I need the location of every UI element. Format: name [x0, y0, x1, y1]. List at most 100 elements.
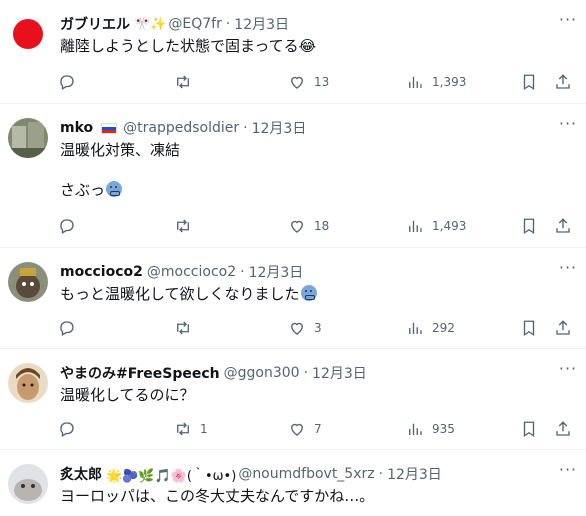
user-handle[interactable]: @noumdfbovt_5xrz — [238, 466, 374, 482]
display-name[interactable]: 炙太郎 — [60, 464, 102, 484]
retweet-icon — [177, 219, 189, 233]
cold-face-emoji-icon — [106, 181, 123, 197]
views-button[interactable]: 1,393 — [406, 73, 466, 91]
like-count: 13 — [314, 75, 330, 89]
tweet-header: moccioco2 @moccioco2 · 12月3日 — [60, 262, 574, 282]
user-handle[interactable]: @EQ7fr — [168, 16, 221, 32]
tweet-text-content: もっと温暖化して欲しくなりました — [60, 285, 300, 303]
separator: · — [378, 466, 384, 482]
retweet-button[interactable] — [174, 319, 200, 337]
analytics-icon — [409, 220, 422, 232]
views-button[interactable]: 292 — [406, 319, 455, 337]
tweet-header: やまのみ#FreeSpeech @ggon300 · 12月3日 — [60, 363, 574, 383]
retweet-button[interactable] — [174, 217, 200, 235]
retweet-icon — [177, 422, 189, 436]
avatar[interactable] — [8, 464, 48, 504]
tweet-date[interactable]: 12月3日 — [234, 14, 289, 34]
name-emoji: 🎌✨ — [134, 16, 167, 32]
tweet-header: ガブリエル 🎌✨ @EQ7fr · 12月3日 — [60, 14, 574, 34]
tweet[interactable]: moccioco2 @moccioco2 · 12月3日 もっと温暖化して欲しく… — [0, 248, 586, 349]
views-button[interactable]: 935 — [406, 420, 455, 438]
user-handle[interactable]: @ggon300 — [224, 365, 300, 381]
share-icon — [556, 421, 570, 436]
analytics-icon — [409, 423, 422, 435]
retweet-icon — [177, 321, 189, 335]
more-options-icon[interactable]: ··· — [556, 462, 580, 484]
separator: · — [225, 16, 231, 32]
tweet-actions: 1 7 935 — [58, 419, 578, 439]
heart-icon — [291, 423, 303, 436]
share-icon — [556, 218, 570, 233]
like-button[interactable]: 13 — [288, 73, 329, 91]
reply-feed: ガブリエル 🎌✨ @EQ7fr · 12月3日 離陸しようとした状態で固まってる… — [0, 0, 586, 516]
retweet-button[interactable]: 1 — [174, 420, 208, 438]
reply-icon — [60, 422, 74, 437]
more-options-icon[interactable]: ··· — [556, 12, 580, 34]
bookmark-button[interactable] — [520, 217, 546, 235]
tweet-actions: 18 1,493 — [58, 216, 578, 236]
more-options-icon[interactable]: ··· — [556, 361, 580, 383]
bookmark-icon — [523, 421, 535, 438]
tweet-actions: 3 292 — [58, 318, 578, 338]
reply-button[interactable] — [58, 319, 84, 337]
share-button[interactable] — [554, 319, 580, 337]
avatar[interactable] — [8, 363, 48, 403]
cold-face-emoji-icon — [300, 285, 317, 301]
tweet[interactable]: ガブリエル 🎌✨ @EQ7fr · 12月3日 離陸しようとした状態で固まってる… — [0, 0, 586, 104]
reply-button[interactable] — [58, 217, 84, 235]
bookmark-button[interactable] — [520, 420, 546, 438]
reply-button[interactable] — [58, 73, 84, 91]
user-handle[interactable]: @trappedsoldier — [123, 120, 239, 136]
separator: · — [303, 365, 309, 381]
share-button[interactable] — [554, 217, 580, 235]
like-count: 3 — [314, 321, 322, 335]
share-button[interactable] — [554, 420, 580, 438]
display-name[interactable]: moccioco2 — [60, 264, 143, 280]
views-button[interactable]: 1,493 — [406, 217, 466, 235]
like-count: 18 — [314, 219, 330, 233]
user-handle[interactable]: @moccioco2 — [147, 264, 236, 280]
russia-flag-icon — [101, 122, 118, 134]
bookmark-icon — [523, 320, 535, 337]
tweet-header: 炙太郎 🌟🫐🌿🎵🌸(｀•ω•) @noumdfbovt_5xrz · 12月3日 — [60, 464, 574, 484]
tweet[interactable]: 炙太郎 🌟🫐🌿🎵🌸(｀•ω•) @noumdfbovt_5xrz · 12月3日… — [0, 450, 586, 516]
tweet[interactable]: mko @trappedsoldier · 12月3日 温暖化対策、凍結 さぶっ… — [0, 104, 586, 248]
heart-icon — [291, 76, 303, 89]
share-button[interactable] — [554, 73, 580, 91]
like-button[interactable]: 7 — [288, 420, 322, 438]
like-button[interactable]: 18 — [288, 217, 329, 235]
avatar[interactable] — [8, 118, 48, 158]
view-count: 1,493 — [432, 219, 467, 233]
name-emoji: 🌟🫐🌿🎵🌸(｀•ω•) — [106, 468, 237, 484]
tweet-text: もっと温暖化して欲しくなりました — [60, 284, 574, 304]
tweet-header: mko @trappedsoldier · 12月3日 — [60, 118, 574, 138]
bookmark-button[interactable] — [520, 319, 546, 337]
bookmark-icon — [523, 74, 535, 91]
tweet-text: 離陸しようとした状態で固まってる😂 — [60, 37, 317, 55]
retweet-count: 1 — [200, 422, 208, 436]
tweet-actions: 13 1,393 — [58, 72, 578, 92]
tweet-date[interactable]: 12月3日 — [387, 464, 442, 484]
avatar[interactable] — [8, 262, 48, 302]
tweet-text: ヨーロッパは、この冬大丈夫なんですかね…。 — [60, 487, 375, 505]
view-count: 292 — [432, 321, 455, 335]
display-name[interactable]: mko — [60, 120, 93, 136]
view-count: 935 — [432, 422, 455, 436]
bookmark-button[interactable] — [520, 73, 546, 91]
reply-button[interactable] — [58, 420, 84, 438]
retweet-icon — [177, 75, 189, 89]
tweet-date[interactable]: 12月3日 — [249, 262, 304, 282]
more-options-icon[interactable]: ··· — [556, 260, 580, 282]
more-options-icon[interactable]: ··· — [556, 116, 580, 138]
avatar[interactable] — [8, 14, 48, 54]
separator: · — [240, 264, 245, 280]
retweet-button[interactable] — [174, 73, 200, 91]
like-button[interactable]: 3 — [288, 319, 322, 337]
display-name[interactable]: ガブリエル — [60, 14, 130, 34]
tweet-text: 温暖化対策、凍結 さぶっ — [60, 140, 574, 200]
tweet-date[interactable]: 12月3日 — [312, 363, 367, 383]
like-count: 7 — [314, 422, 322, 436]
display-name[interactable]: やまのみ#FreeSpeech — [60, 363, 220, 383]
tweet[interactable]: やまのみ#FreeSpeech @ggon300 · 12月3日 温暖化してるの… — [0, 349, 586, 450]
tweet-date[interactable]: 12月3日 — [252, 118, 307, 138]
